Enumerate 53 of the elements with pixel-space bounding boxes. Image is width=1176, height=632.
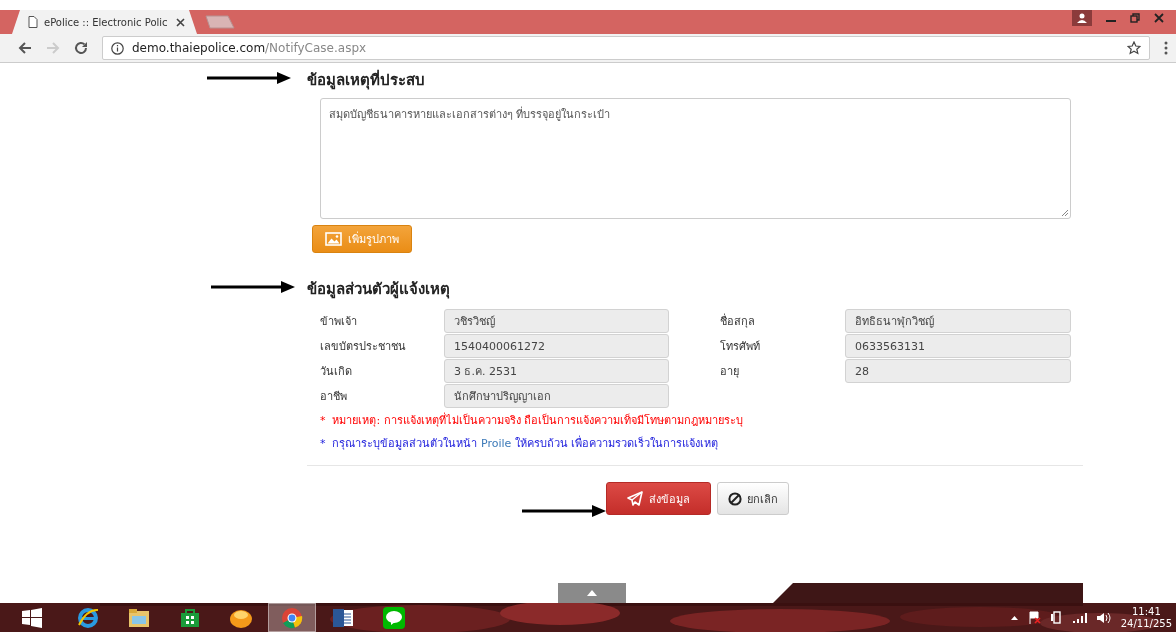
info-note: * กรุณาระบุข้อมูลส่วนตัวในหน้า Proile ให้ครบถ้วน เพื่อความรวดเร็วในการแจ้งเหตุ — [320, 436, 720, 451]
url-text: demo.thaiepolice.com/NotifyCase.aspx — [132, 41, 367, 55]
cancel-button[interactable]: ยกเลิก — [717, 482, 789, 515]
user-icon[interactable] — [1072, 10, 1092, 26]
close-icon[interactable] — [1154, 13, 1164, 23]
field-label: ข้าพเจ้า — [320, 314, 358, 330]
caret-up-icon[interactable] — [1010, 615, 1018, 620]
start-icon[interactable] — [22, 607, 42, 628]
ban-icon — [728, 491, 742, 506]
info-icon — [111, 41, 124, 55]
menu-icon[interactable] — [1164, 41, 1168, 55]
text-field[interactable]: 3 ธ.ค. 2531 — [444, 359, 669, 383]
field-label: ชื่อสกุล — [720, 312, 756, 330]
text-field[interactable]: 28 — [845, 359, 1071, 383]
section-heading: ข้อมูลเหตุที่ประสบ — [307, 68, 425, 92]
page-icon — [28, 16, 38, 28]
text-field[interactable]: 0633563131 — [845, 334, 1071, 358]
text-field[interactable]: นักศึกษาปริญญาเอก — [444, 384, 669, 408]
field-label: อายุ — [720, 364, 740, 380]
address-bar[interactable]: demo.thaiepolice.com/NotifyCase.aspx — [102, 36, 1150, 60]
warning-note: * หมายเหตุ: การแจ้งเหตุที่ไม่เป็นความจริง ถือเป็นการแจ้งความเท็จมีโทษตามกฎหมายระบุ — [320, 413, 745, 428]
submit-button[interactable]: ส่งข้อมูล — [606, 482, 711, 515]
chrome-icon — [281, 606, 303, 629]
text-field[interactable]: 1540400061272 — [444, 334, 669, 358]
chat-bubble-icon — [383, 606, 405, 629]
profile-link[interactable]: Proile — [481, 437, 512, 450]
image-icon — [325, 232, 342, 246]
paper-plane-icon — [627, 491, 643, 506]
volume-icon[interactable] — [1096, 611, 1111, 624]
folder-icon — [128, 607, 150, 628]
text-field[interactable]: วชิรวิชญ์ — [444, 309, 669, 333]
close-icon[interactable] — [176, 17, 185, 27]
field-label: วันเกิด — [320, 364, 353, 380]
text-field[interactable]: อิทธิธนาฬุกวิชญ์ — [845, 309, 1071, 333]
reload-icon[interactable] — [74, 41, 88, 55]
clock-time: 11:41 — [1131, 605, 1161, 618]
restore-icon[interactable] — [1130, 13, 1140, 23]
browser-tab[interactable]: ePolice :: Electronic Polic — [12, 10, 197, 34]
field-label: โทรศัพท์ — [720, 339, 761, 355]
back-icon[interactable] — [18, 41, 32, 55]
star-icon[interactable] — [1127, 41, 1141, 55]
device-icon[interactable] — [1050, 611, 1063, 624]
signal-icon[interactable] — [1072, 612, 1087, 623]
caret-up-icon — [587, 590, 597, 596]
clock-date: 24/11/255 — [1120, 617, 1172, 630]
section-heading: ข้อมูลส่วนตัวผู้แจ้งเหตุ — [307, 279, 450, 301]
field-label: อาชีพ — [320, 389, 348, 405]
globe-icon — [77, 606, 99, 629]
document-icon — [332, 607, 354, 628]
description-field[interactable]: สมุดบัญชีธนาคารหายและเอกสารต่างๆ ที่บรรจุอยู่ในกระเป๋า — [320, 98, 1071, 219]
resize-grip-icon[interactable] — [1061, 209, 1068, 216]
field-label: เลขบัตรประชาชน — [320, 339, 407, 355]
flag-icon[interactable] — [1027, 611, 1041, 624]
